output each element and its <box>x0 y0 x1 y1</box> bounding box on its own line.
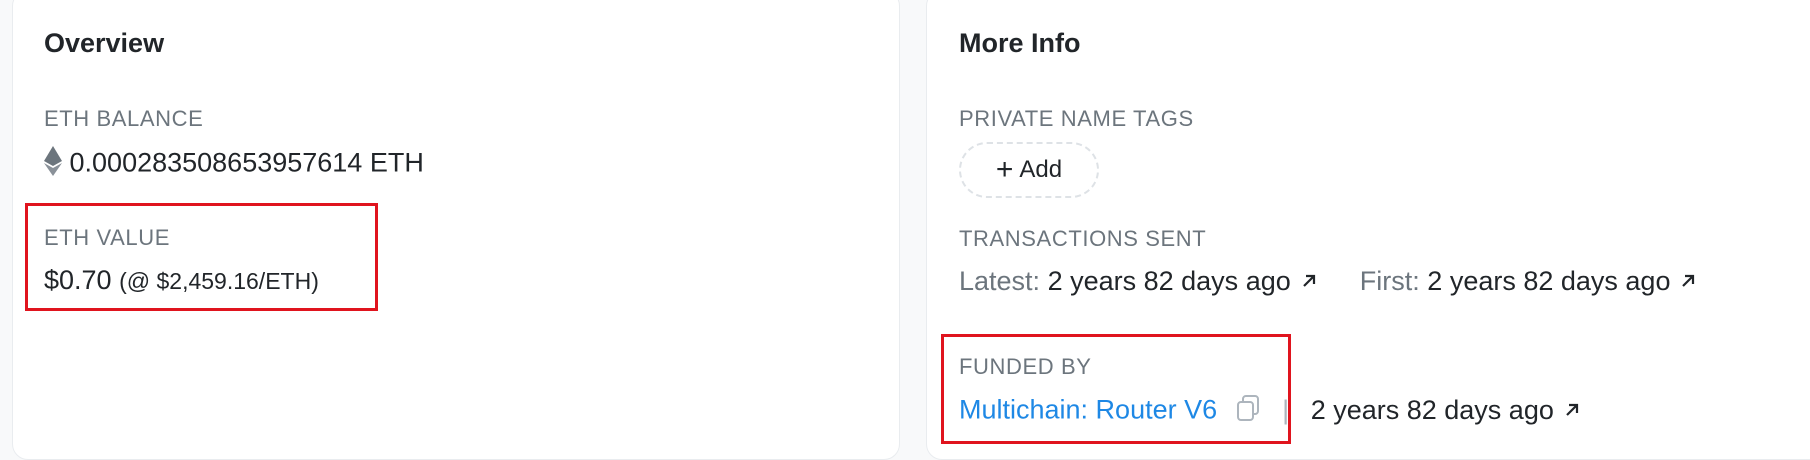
first-tx-link[interactable]: 2 years 82 days ago <box>1427 266 1698 296</box>
add-name-tag-button[interactable]: + Add <box>959 142 1099 198</box>
copy-icon[interactable] <box>1235 394 1261 429</box>
transactions-sent-label: TRANSACTIONS SENT <box>959 226 1207 251</box>
first-label: First: <box>1359 266 1420 296</box>
eth-balance-label: ETH BALANCE <box>44 106 204 131</box>
funded-by-row: Multichain: Router V6 | 2 years 82 days … <box>959 394 1582 429</box>
overview-title: Overview <box>44 28 165 58</box>
latest-label: Latest: <box>959 266 1041 296</box>
funded-separator: | <box>1282 394 1290 425</box>
arrow-up-right-icon <box>1562 396 1582 427</box>
plus-icon: + <box>995 153 1014 186</box>
eth-value-rate: (@ $2,459.16/ETH) <box>119 268 319 294</box>
eth-value-usd: $0.70 <box>44 265 112 295</box>
arrow-up-right-icon <box>1299 267 1319 298</box>
funded-time: 2 years 82 days ago <box>1310 394 1554 425</box>
arrow-up-right-icon <box>1678 267 1698 298</box>
eth-balance-row: 0.000283508653957614 ETH <box>44 146 424 183</box>
more-info-title: More Info <box>959 28 1081 58</box>
eth-value-row: $0.70 (@ $2,459.16/ETH) <box>44 265 319 296</box>
private-name-tags-label: PRIVATE NAME TAGS <box>959 106 1194 131</box>
eth-balance-value: 0.000283508653957614 ETH <box>69 147 424 178</box>
latest-value: 2 years 82 days ago <box>1047 266 1291 296</box>
ethereum-icon <box>44 146 62 183</box>
transactions-sent-row: Latest: 2 years 82 days ago First: 2 yea… <box>959 266 1698 298</box>
first-value: 2 years 82 days ago <box>1427 266 1671 296</box>
funded-by-label: FUNDED BY <box>959 354 1092 379</box>
eth-value-label: ETH VALUE <box>44 225 171 250</box>
funded-by-link[interactable]: Multichain: Router V6 <box>959 395 1217 425</box>
latest-tx-link[interactable]: 2 years 82 days ago <box>1048 266 1327 296</box>
funded-time-link[interactable]: 2 years 82 days ago <box>1311 395 1582 425</box>
add-button-label: Add <box>1019 156 1063 183</box>
